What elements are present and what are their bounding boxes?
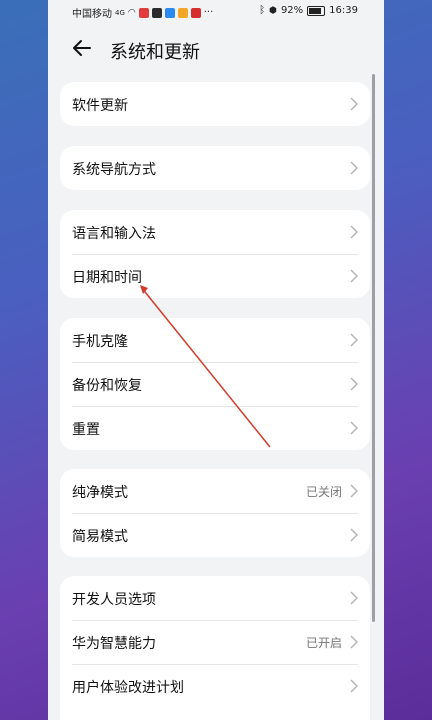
settings-item-label: 华为智慧能力 xyxy=(72,636,156,652)
settings-item-label: 日期和时间 xyxy=(72,270,142,286)
chevron-right-icon xyxy=(350,635,358,649)
settings-item-reset[interactable]: 重置 xyxy=(60,406,370,450)
chevron-right-icon xyxy=(350,679,358,693)
settings-item-simple-mode[interactable]: 简易模式 xyxy=(60,513,370,557)
settings-item-label: 软件更新 xyxy=(72,98,128,114)
chevron-right-icon xyxy=(350,591,358,605)
settings-group: 软件更新 xyxy=(60,82,370,126)
settings-item-navigation[interactable]: 系统导航方式 xyxy=(60,146,370,190)
scrollbar[interactable] xyxy=(372,74,375,622)
settings-item-label: 用户体验改进计划 xyxy=(72,680,184,696)
settings-item-huawei-smart[interactable]: 华为智慧能力 已开启 xyxy=(60,620,370,664)
settings-screen: 中国移动 4G ◠ ··· ᛒ ⬢ 92% 16:39 系统和更新 软件更新 系… xyxy=(48,0,384,720)
chevron-right-icon xyxy=(350,97,358,111)
chevron-right-icon xyxy=(350,269,358,283)
chevron-right-icon xyxy=(350,528,358,542)
settings-item-status: 已开启 xyxy=(305,636,342,650)
settings-item-label: 语言和输入法 xyxy=(72,226,156,242)
settings-item-pure-mode[interactable]: 纯净模式 已关闭 xyxy=(60,469,370,513)
settings-item-user-experience[interactable]: 用户体验改进计划 xyxy=(60,664,370,708)
chevron-right-icon xyxy=(350,484,358,498)
settings-item-label: 重置 xyxy=(72,422,100,438)
page-title: 系统和更新 xyxy=(110,42,200,63)
settings-item-phone-clone[interactable]: 手机克隆 xyxy=(60,318,370,362)
app-notification-icon xyxy=(151,7,162,18)
clock: 16:39 xyxy=(329,5,358,16)
chevron-right-icon xyxy=(350,225,358,239)
app-notification-icon xyxy=(190,7,201,18)
battery-percent: 92% xyxy=(280,5,304,16)
chevron-right-icon xyxy=(350,333,358,347)
battery-icon xyxy=(307,5,326,16)
settings-item-software-update[interactable]: 软件更新 xyxy=(60,82,370,126)
settings-item-label: 纯净模式 xyxy=(72,485,128,501)
settings-group: 开发人员选项 华为智慧能力 已开启 用户体验改进计划 xyxy=(60,576,370,720)
settings-group: 系统导航方式 xyxy=(60,146,370,190)
header: 系统和更新 xyxy=(48,30,384,70)
chevron-right-icon xyxy=(350,161,358,175)
location-icon: ⬢ xyxy=(269,5,277,16)
settings-item-label: 手机克隆 xyxy=(72,334,128,350)
settings-item-label: 备份和恢复 xyxy=(72,378,142,394)
settings-item-label: 开发人员选项 xyxy=(72,592,156,608)
settings-item-status: 已关闭 xyxy=(305,485,342,499)
settings-item-date-time[interactable]: 日期和时间 xyxy=(60,254,370,298)
app-notification-icon xyxy=(164,7,175,18)
settings-item-developer-options[interactable]: 开发人员选项 xyxy=(60,576,370,620)
app-notification-icon xyxy=(138,7,149,18)
app-notification-icon xyxy=(177,7,188,18)
bluetooth-icon: ᛒ xyxy=(259,5,266,16)
chevron-right-icon xyxy=(350,377,358,391)
settings-group: 手机克隆 备份和恢复 重置 xyxy=(60,318,370,450)
network-type: 4G xyxy=(115,8,125,17)
settings-group: 纯净模式 已关闭 简易模式 xyxy=(60,469,370,557)
settings-item-label: 系统导航方式 xyxy=(72,162,156,178)
settings-item-label: 简易模式 xyxy=(72,529,128,545)
settings-item-language-input[interactable]: 语言和输入法 xyxy=(60,210,370,254)
wifi-icon: ◠ xyxy=(127,7,136,18)
settings-item-backup-restore[interactable]: 备份和恢复 xyxy=(60,362,370,406)
back-arrow-icon[interactable] xyxy=(70,36,94,60)
carrier-label: 中国移动 xyxy=(72,9,112,20)
chevron-right-icon xyxy=(350,421,358,435)
more-notifications: ··· xyxy=(203,7,214,18)
status-bar: 中国移动 4G ◠ ··· ᛒ ⬢ 92% 16:39 xyxy=(48,0,384,24)
settings-group: 语言和输入法 日期和时间 xyxy=(60,210,370,298)
